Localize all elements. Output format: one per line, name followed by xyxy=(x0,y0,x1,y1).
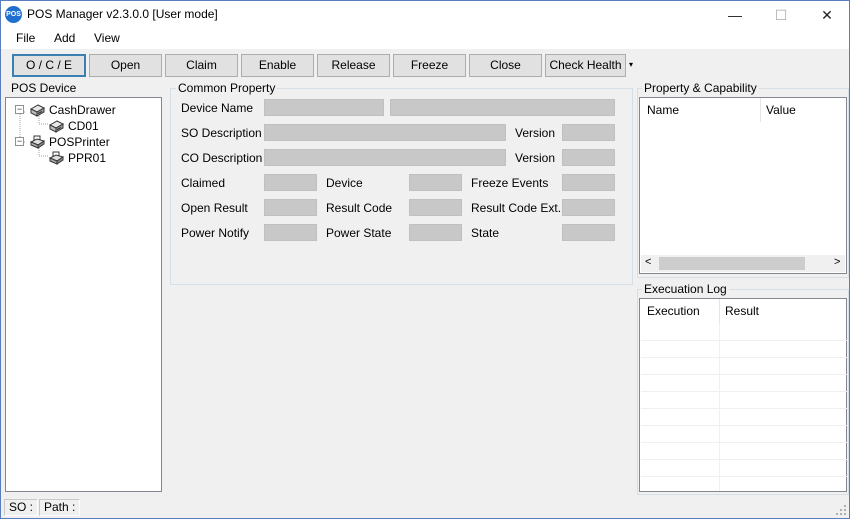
co-version-field xyxy=(562,149,615,166)
device-name-detail-field xyxy=(390,99,615,116)
minimize-button[interactable]: — xyxy=(712,1,758,29)
collapse-icon[interactable]: − xyxy=(15,137,24,146)
power-state-field xyxy=(409,224,462,241)
app-window: POS POS Manager v2.3.0.0 [User mode] — ☐… xyxy=(0,0,850,519)
result-code-ext-field xyxy=(562,199,615,216)
column-result[interactable]: Result xyxy=(725,304,759,318)
so-description-field xyxy=(264,124,506,141)
close-window-button[interactable]: ✕ xyxy=(804,1,850,29)
result-code-ext-label: Result Code Ext. xyxy=(471,201,562,215)
printer-icon xyxy=(29,135,45,149)
tree-node-posprinter[interactable]: − POSPrinter xyxy=(14,134,124,150)
grid-line xyxy=(641,374,847,375)
oce-button[interactable]: O / C / E xyxy=(12,54,86,77)
pos-app-icon: POS xyxy=(5,6,22,23)
common-property-label: Common Property xyxy=(176,81,278,95)
pos-device-tree[interactable]: − CashDrawer CD01 − POSPrinter PPR01 xyxy=(5,97,162,492)
release-button[interactable]: Release xyxy=(317,54,390,77)
menu-view[interactable]: View xyxy=(94,31,120,45)
window-title: POS Manager v2.3.0.0 [User mode] xyxy=(27,7,218,21)
grid-line xyxy=(641,340,847,341)
resize-grip-icon[interactable] xyxy=(835,504,847,516)
freeze-events-label: Freeze Events xyxy=(471,176,549,190)
grid-line xyxy=(719,323,720,491)
so-version-field xyxy=(562,124,615,141)
column-name[interactable]: Name xyxy=(647,103,679,117)
grid-line xyxy=(641,476,847,477)
log-list-header: Execution Result xyxy=(640,299,846,323)
column-execution[interactable]: Execution xyxy=(647,304,700,318)
column-separator[interactable] xyxy=(719,299,720,323)
title-bar[interactable]: POS POS Manager v2.3.0.0 [User mode] — ☐… xyxy=(1,1,849,29)
grid-line xyxy=(641,459,847,460)
open-result-label: Open Result xyxy=(181,201,248,215)
menu-file[interactable]: File xyxy=(16,31,35,45)
menu-add[interactable]: Add xyxy=(54,31,75,45)
state-label: State xyxy=(471,226,500,240)
device-field xyxy=(409,174,462,191)
so-version-label: Version xyxy=(515,126,556,140)
tree-node-cashdrawer[interactable]: − CashDrawer xyxy=(14,102,124,118)
result-code-label: Result Code xyxy=(326,201,393,215)
co-version-label: Version xyxy=(515,151,556,165)
grid-line xyxy=(641,408,847,409)
pos-device-label: POS Device xyxy=(11,81,77,95)
tree-node-ppr01[interactable]: PPR01 xyxy=(14,150,124,166)
column-value[interactable]: Value xyxy=(766,103,796,117)
scrollbar-thumb[interactable] xyxy=(659,257,805,270)
collapse-icon[interactable]: − xyxy=(15,105,24,114)
scroll-left-icon[interactable]: < xyxy=(645,256,651,268)
toolbar: O / C / E Open Claim Enable Release Free… xyxy=(1,52,849,79)
freeze-events-field xyxy=(562,174,615,191)
horizontal-scrollbar[interactable]: < > xyxy=(641,255,845,272)
co-description-field xyxy=(264,149,506,166)
freeze-button[interactable]: Freeze xyxy=(393,54,466,77)
grid-line xyxy=(641,425,847,426)
property-capability-list[interactable]: Name Value < > xyxy=(639,97,847,274)
state-field xyxy=(562,224,615,241)
power-state-label: Power State xyxy=(326,226,392,240)
scroll-right-icon[interactable]: > xyxy=(834,256,840,268)
property-list-header: Name Value xyxy=(640,98,846,122)
grid-line xyxy=(641,391,847,392)
check-health-button[interactable]: Check Health xyxy=(545,54,626,77)
device-label: Device xyxy=(326,176,363,190)
co-description-label: CO Description xyxy=(181,151,263,165)
tree-label-ppr01: PPR01 xyxy=(68,151,107,165)
so-description-label: SO Description xyxy=(181,126,262,140)
execution-log-list[interactable]: Execution Result xyxy=(639,298,847,492)
tree-node-cd01[interactable]: CD01 xyxy=(14,118,124,134)
enable-button[interactable]: Enable xyxy=(241,54,314,77)
result-code-field xyxy=(409,199,462,216)
printer-icon xyxy=(48,151,64,165)
grid-line xyxy=(641,442,847,443)
property-capability-label: Property & Capability xyxy=(642,81,759,95)
status-bar: SO : Path : xyxy=(1,496,849,518)
claimed-field xyxy=(264,174,317,191)
open-button[interactable]: Open xyxy=(89,54,162,77)
close-button[interactable]: Close xyxy=(469,54,542,77)
device-name-label: Device Name xyxy=(181,101,254,115)
device-name-field xyxy=(264,99,384,116)
status-path: Path : xyxy=(39,499,81,516)
menu-bar: File Add View xyxy=(1,29,849,49)
tree-label-cashdrawer: CashDrawer xyxy=(49,103,116,117)
tree-label-posprinter: POSPrinter xyxy=(49,135,110,149)
maximize-button[interactable]: ☐ xyxy=(758,1,804,29)
grid-line xyxy=(641,357,847,358)
claim-button[interactable]: Claim xyxy=(165,54,238,77)
cash-drawer-icon xyxy=(29,104,45,117)
open-result-field xyxy=(264,199,317,216)
execution-log-label: Execuation Log xyxy=(642,282,729,296)
cash-drawer-icon xyxy=(48,120,64,133)
toolbar-dropdown-icon[interactable]: ▾ xyxy=(629,60,633,69)
column-separator[interactable] xyxy=(760,98,761,122)
status-so: SO : xyxy=(4,499,39,516)
power-notify-field xyxy=(264,224,317,241)
tree-label-cd01: CD01 xyxy=(68,119,99,133)
power-notify-label: Power Notify xyxy=(181,226,250,240)
claimed-label: Claimed xyxy=(181,176,226,190)
